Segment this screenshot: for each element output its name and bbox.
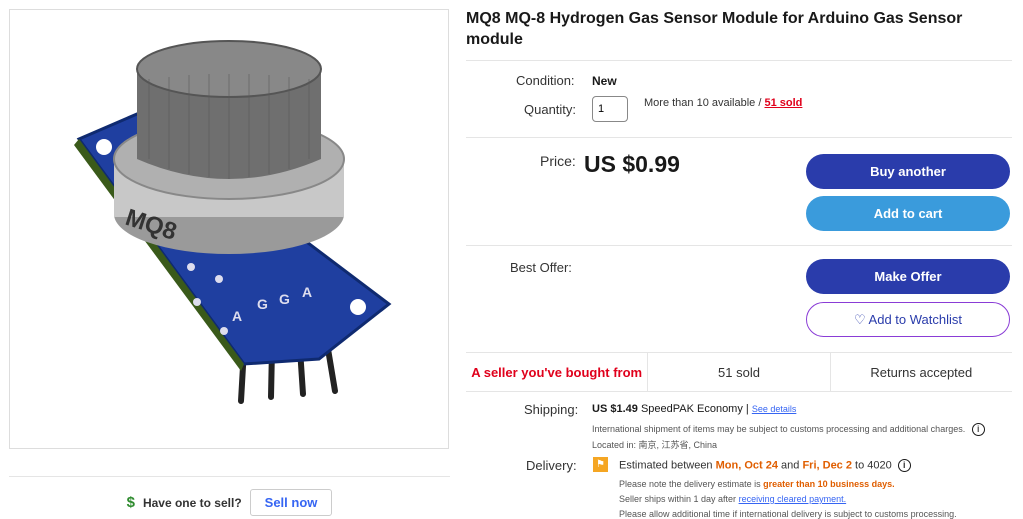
price-label: Price: (540, 153, 576, 169)
best-offer-label: Best Offer: (510, 260, 572, 275)
sold-link[interactable]: 51 sold (764, 97, 802, 109)
shipping-price: US $1.49 (592, 403, 638, 415)
availability-text: More than 10 available / (644, 97, 762, 109)
buy-another-button[interactable]: Buy another (806, 154, 1010, 189)
pcb-label: A (302, 284, 312, 300)
pcb-label: A (232, 308, 242, 324)
ships-within: Seller ships within 1 day after receivin… (619, 494, 846, 504)
add-to-cart-button[interactable]: Add to cart (806, 196, 1010, 231)
shipping-method: SpeedPAK Economy | (640, 403, 749, 415)
delivery-start: Mon, Oct 24 (715, 459, 778, 472)
product-title: MQ8 MQ-8 Hydrogen Gas Sensor Module for … (466, 10, 963, 48)
seller-relationship: A seller you've bought from (466, 353, 649, 391)
customs-delay-note: Please allow additional time if internat… (619, 509, 957, 519)
delivery-note-highlight: greater than 10 business days. (763, 479, 895, 489)
sell-row: $ Have one to sell? Sell now (9, 476, 450, 516)
pcb-label: G (257, 296, 268, 312)
condition-value: New (592, 74, 617, 88)
availability: More than 10 available / 51 sold (644, 97, 802, 109)
item-location: Located in: 南京, 江苏省, China (592, 440, 718, 450)
pcb-label: G (279, 291, 290, 307)
sold-count: 51 sold (648, 353, 831, 391)
details-panel: MQ8 MQ-8 Hydrogen Gas Sensor Module for … (466, 0, 1012, 519)
sell-now-button[interactable]: Sell now (249, 489, 333, 516)
customs-note: International shipment of items may be s… (592, 423, 985, 436)
info-icon[interactable]: i (971, 423, 985, 436)
delivery-to: to 4020 (855, 459, 892, 472)
add-to-watchlist-button[interactable]: ♡ Add to Watchlist (806, 302, 1010, 337)
delivery-and: and (781, 459, 800, 472)
sensor-module-image: A G G A MQ8 (74, 40, 392, 404)
divider (466, 137, 1012, 138)
price-value: US $0.99 (584, 151, 680, 177)
see-details-link[interactable]: See details (752, 404, 797, 414)
delivery-note-text: Please note the delivery estimate is (619, 479, 761, 489)
delivery-estimate: Estimated between Mon, Oct 24 and Fri, D… (619, 459, 911, 472)
flag-icon: ⚑ (593, 457, 608, 472)
divider (466, 245, 1012, 246)
delivery-label: Delivery: (526, 458, 577, 473)
quantity-label: Quantity: (524, 102, 577, 117)
divider (466, 60, 1012, 61)
shipping-label: Shipping: (524, 402, 579, 417)
ships-within-text: Seller ships within 1 day after (619, 494, 737, 504)
dollar-icon: $ (126, 494, 135, 511)
delivery-prefix: Estimated between (619, 459, 713, 472)
returns-policy: Returns accepted (870, 364, 973, 380)
condition-label: Condition: (516, 73, 575, 88)
seller-stats: A seller you've bought from 51 sold Retu… (466, 352, 1012, 392)
product-image[interactable]: A G G A MQ8 (9, 9, 449, 449)
shipping-line: US $1.49 SpeedPAK Economy | See details (592, 403, 796, 415)
make-offer-button[interactable]: Make Offer (806, 259, 1010, 294)
quantity-input[interactable] (592, 96, 628, 122)
cleared-payment-link[interactable]: receiving cleared payment. (739, 494, 847, 504)
customs-note-text: International shipment of items may be s… (592, 423, 966, 434)
image-panel: A G G A MQ8 (9, 9, 450, 449)
sell-prompt: Have one to sell? (142, 495, 242, 510)
delivery-note: Please note the delivery estimate is gre… (619, 479, 895, 489)
delivery-end: Fri, Dec 2 (802, 459, 852, 472)
info-icon[interactable]: i (897, 459, 911, 472)
